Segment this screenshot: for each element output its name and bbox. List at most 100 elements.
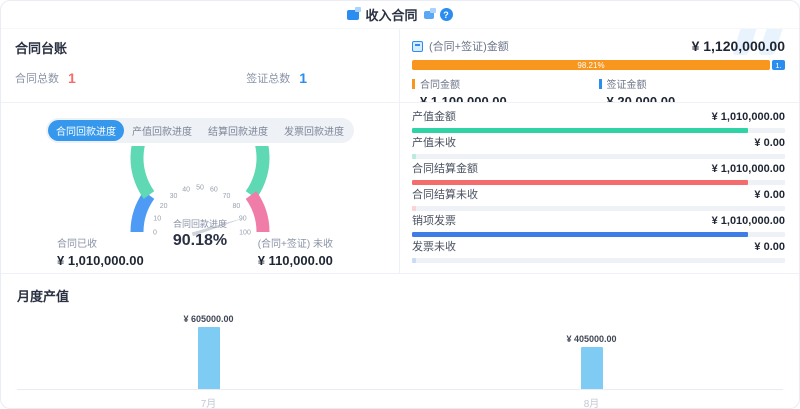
summary-title-row: (合同+签证)金额 ¥ 1,120,000.00 (412, 38, 785, 54)
summary-total: ¥ 1,120,000.00 (692, 38, 785, 54)
amount-row-track (412, 128, 785, 133)
visa-bar-segment: 1. (772, 60, 785, 70)
svg-text:20: 20 (160, 203, 168, 210)
amount-row-track (412, 206, 785, 211)
svg-text:70: 70 (223, 193, 231, 200)
legend-label: 签证金额 (607, 76, 647, 91)
stat-label: 签证总数 (246, 70, 290, 86)
unreceived-stat: (合同+签证) 未收 ¥ 110,000.00 (258, 235, 333, 268)
main-area: 合同台账 合同总数 1 签证总数 1 合同回款进度产值回款进度结算回款进度发票回… (1, 29, 799, 274)
svg-text:60: 60 (210, 187, 218, 194)
stacked-progress-bar: 98.21% 1. (412, 60, 785, 70)
stat-contract-total: 合同总数 1 (15, 70, 76, 86)
amount-row-label: 销项发票 (412, 215, 456, 228)
svg-text:30: 30 (170, 193, 178, 200)
amount-row-fill (412, 128, 748, 133)
dashboard-page: 收入合同 ? 合同台账 合同总数 1 签证总数 1 合同回款 (0, 0, 800, 409)
ledger-title: 合同台账 (15, 38, 385, 57)
monthly-bar-group: ¥ 405000.00 (400, 311, 783, 389)
amount-row-value: ¥ 0.00 (754, 189, 785, 202)
contract-folder-icon (347, 10, 359, 20)
svg-text:50: 50 (196, 185, 204, 192)
amount-row-label: 合同结算金额 (412, 163, 478, 176)
stat-value: 1 (68, 70, 76, 86)
amount-row: 发票未收 ¥ 0.00 (412, 241, 785, 263)
monthly-section: 月度产值 ¥ 605000.00 ¥ 405000.00 7月8月 (1, 274, 799, 409)
summary-section: (合同+签证)金额 ¥ 1,120,000.00 98.21% 1. 合同金额 (400, 29, 799, 273)
gauge-panel: 合同回款进度产值回款进度结算回款进度发票回款进度 010203040506070… (1, 118, 399, 268)
svg-text:100: 100 (239, 230, 251, 237)
svg-text:40: 40 (182, 187, 190, 194)
progress-tab-4[interactable]: 发票回款进度 (276, 120, 352, 141)
svg-text:0: 0 (153, 230, 157, 237)
amount-row: 产值未收¥ 0.00 (412, 137, 785, 159)
legend-color (412, 79, 415, 89)
monthly-chart-bars: ¥ 605000.00 ¥ 405000.00 (17, 311, 783, 389)
amount-row-track (412, 180, 785, 185)
svg-text:10: 10 (153, 216, 161, 223)
amount-row: 产值金额 ¥ 1,010,000.00 (412, 111, 785, 133)
amount-row-value: ¥ 0.00 (754, 241, 785, 254)
ledger-header: 合同台账 合同总数 1 签证总数 1 (1, 29, 399, 103)
legend-contract: 合同金额 ¥ 1,100,000.00 (412, 76, 599, 103)
monthly-bar[interactable] (581, 347, 603, 389)
bar-category-label: 8月 (400, 395, 783, 409)
unreceived-value: ¥ 110,000.00 (258, 253, 333, 268)
app-header: 收入合同 ? (1, 1, 799, 29)
contract-bar-segment: 98.21% (412, 60, 770, 70)
amount-row-track (412, 258, 785, 263)
legend-visa: 签证金额 ¥ 20,000.00 (599, 76, 786, 103)
progress-tab-3[interactable]: 结算回款进度 (200, 120, 276, 141)
progress-tab-2[interactable]: 产值回款进度 (124, 120, 200, 141)
amount-row-fill (412, 232, 748, 237)
amount-row-fill (412, 206, 416, 211)
stat-visa-total: 签证总数 1 (246, 70, 307, 86)
ledger-stats: 合同总数 1 签证总数 1 (15, 57, 385, 86)
received-stat: 合同已收 ¥ 1,010,000.00 (57, 235, 144, 268)
ledger-section: 合同台账 合同总数 1 签证总数 1 合同回款进度产值回款进度结算回款进度发票回… (1, 29, 399, 273)
svg-text:80: 80 (233, 203, 241, 210)
progress-tab-1[interactable]: 合同回款进度 (48, 120, 124, 141)
monthly-bar-group: ¥ 605000.00 (17, 311, 400, 389)
bar-value-label: ¥ 405000.00 (566, 334, 616, 344)
summary-legend: 合同金额 ¥ 1,100,000.00 签证金额 ¥ 20,000.00 (412, 76, 785, 103)
amount-row-value: ¥ 1,010,000.00 (712, 163, 785, 176)
amount-row-label: 合同结算未收 (412, 189, 478, 202)
svg-text:合同回款进度: 合同回款进度 (173, 218, 227, 229)
summary-header: (合同+签证)金额 ¥ 1,120,000.00 98.21% 1. 合同金额 (400, 29, 799, 103)
amount-row-label: 产值未收 (412, 137, 456, 150)
amount-row-fill (412, 154, 416, 159)
legend-value: ¥ 20,000.00 (607, 94, 786, 103)
amount-row-fill (412, 258, 416, 263)
summary-title: (合同+签证)金额 (429, 38, 686, 54)
amount-row: 合同结算金额 ¥ 1,010,000.00 (412, 163, 785, 185)
amount-row-track (412, 154, 785, 159)
page-title: 收入合同 (365, 5, 417, 24)
contract-percent-label: 98.21% (577, 61, 604, 70)
monthly-chart: ¥ 605000.00 ¥ 405000.00 7月8月 (17, 311, 783, 409)
help-icon[interactable]: ? (440, 8, 453, 21)
amount-row: 合同结算未收 ¥ 0.00 (412, 189, 785, 211)
amount-row-label: 发票未收 (412, 241, 456, 254)
amount-row: 销项发票 ¥ 1,010,000.00 (412, 215, 785, 237)
unreceived-label: (合同+签证) 未收 (258, 235, 333, 250)
bar-value-label: ¥ 605000.00 (183, 314, 233, 324)
received-label: 合同已收 (57, 235, 144, 250)
amount-row-value: ¥ 1,010,000.00 (712, 215, 785, 228)
monthly-chart-labels: 7月8月 (17, 389, 783, 409)
contract-folder-icon-secondary (424, 11, 434, 19)
gauge-chart: 0102030405060708090100合同回款进度 (115, 146, 285, 240)
monthly-title: 月度产值 (17, 286, 783, 305)
legend-value: ¥ 1,100,000.00 (420, 94, 599, 103)
amount-row-fill (412, 180, 748, 185)
amount-row-track (412, 232, 785, 237)
amount-row-value: ¥ 1,010,000.00 (712, 111, 785, 124)
legend-label: 合同金额 (420, 76, 460, 91)
amount-icon (412, 41, 423, 52)
stat-label: 合同总数 (15, 70, 59, 86)
amount-rows: 产值金额¥ 1,010,000.00产值未收¥ 0.00合同结算金额¥ 1,01… (400, 103, 799, 263)
stat-value: 1 (299, 70, 307, 86)
monthly-bar[interactable] (198, 327, 220, 389)
amount-row-label: 产值金额 (412, 111, 456, 124)
legend-color (599, 79, 602, 89)
